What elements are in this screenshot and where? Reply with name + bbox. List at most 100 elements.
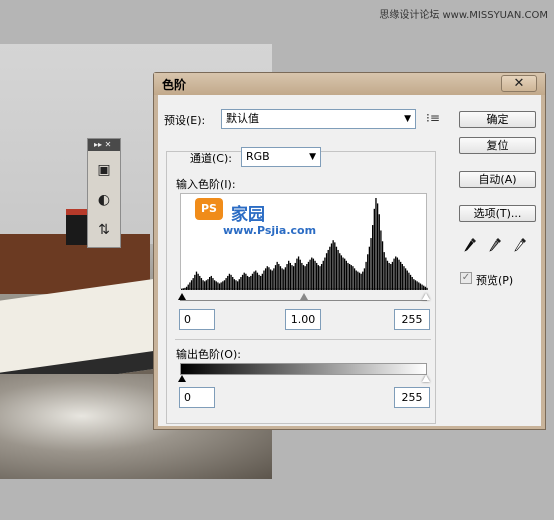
histogram-bar — [197, 273, 199, 290]
histogram-bar — [261, 273, 264, 290]
histogram-bar — [408, 272, 410, 290]
histogram-bar — [235, 280, 237, 290]
histogram-bar — [327, 249, 329, 290]
histogram-bar — [297, 256, 300, 290]
histogram-bar — [390, 264, 392, 290]
options-button[interactable]: 选项(T)... — [459, 205, 536, 222]
histogram-bar — [217, 282, 219, 290]
input-black-slider[interactable] — [178, 293, 186, 300]
histogram-bar — [294, 262, 296, 290]
histogram-bar — [353, 268, 356, 290]
ok-button[interactable]: 确定 — [459, 111, 536, 128]
histogram-bar — [208, 277, 211, 290]
histogram-bar — [357, 271, 359, 290]
histogram-bar — [246, 275, 249, 290]
histogram-bar — [210, 275, 212, 290]
histogram-bar — [264, 268, 267, 290]
histogram-bar — [370, 238, 372, 290]
preview-label[interactable]: 预览(P) — [476, 272, 513, 288]
histogram-bar — [260, 275, 262, 290]
psjia-badge: PS — [195, 198, 223, 220]
white-eyedropper-icon[interactable] — [513, 237, 527, 255]
histogram-bar — [225, 278, 227, 290]
chevron-down-icon: ▼ — [404, 114, 411, 124]
reset-button[interactable]: 复位 — [459, 137, 536, 154]
psjia-url: www.Psjia.com — [223, 224, 317, 237]
histogram-bar — [266, 266, 268, 290]
output-white-slider[interactable] — [422, 375, 430, 382]
histogram-bar — [227, 275, 229, 290]
histogram-bar — [296, 258, 298, 290]
preview-checkbox[interactable]: ✓ — [460, 272, 472, 284]
histogram-bar — [406, 270, 408, 290]
histogram-bar — [255, 270, 257, 290]
histogram-bar — [424, 286, 427, 290]
histogram-bar — [284, 267, 287, 290]
adjust-icon[interactable]: ⇅ — [93, 219, 115, 241]
histogram-bar — [317, 265, 319, 290]
histogram-bar — [223, 280, 226, 290]
histogram-bar — [376, 203, 379, 290]
input-levels-label: 输入色阶(I): — [176, 178, 236, 191]
histogram-bar — [202, 280, 204, 290]
histogram-bar — [393, 258, 395, 290]
input-gamma-slider[interactable] — [300, 293, 308, 300]
levels-dialog: 色阶 ✕ 预设(E): 默认值 ▼ ⁝≡ 通道(C): RGB ▼ 输入色阶(I… — [153, 72, 546, 430]
close-button[interactable]: ✕ — [501, 75, 537, 92]
histogram-bar — [212, 278, 214, 290]
histogram-bar — [348, 264, 351, 290]
histogram-bar — [241, 274, 244, 290]
input-gamma-field[interactable]: 1.00 — [285, 309, 321, 330]
histogram-bar — [306, 264, 308, 290]
rectangle-icon[interactable]: ▣ — [93, 159, 115, 181]
output-black-slider[interactable] — [178, 375, 186, 382]
histogram-bar — [400, 261, 402, 290]
histogram-bar — [192, 278, 194, 290]
histogram-bar — [373, 208, 375, 290]
input-slider-track — [180, 300, 427, 301]
histogram-bar — [342, 257, 344, 290]
histogram-bar — [233, 279, 236, 290]
output-white-field[interactable]: 255 — [394, 387, 430, 408]
auto-button[interactable]: 自动(A) — [459, 171, 536, 188]
histogram-bar — [190, 280, 193, 290]
histogram-bar — [411, 277, 413, 290]
histogram-bar — [292, 266, 295, 290]
histogram-bar — [194, 274, 196, 290]
histogram-bar — [228, 273, 231, 290]
black-eyedropper-icon[interactable] — [463, 237, 477, 255]
histogram-bar — [421, 284, 423, 290]
output-black-field[interactable]: 0 — [179, 387, 215, 408]
histogram-bar — [365, 261, 367, 290]
histogram-bar — [322, 260, 324, 290]
histogram-bar — [258, 274, 260, 290]
histogram-bar — [230, 274, 232, 290]
histogram-bar — [245, 273, 247, 290]
histogram-bar — [345, 260, 347, 290]
channel-select[interactable]: RGB ▼ — [241, 147, 321, 167]
histogram-bar — [398, 259, 400, 290]
gray-eyedropper-icon[interactable] — [488, 237, 502, 255]
histogram-bar — [337, 249, 339, 290]
histogram-bar — [396, 257, 399, 290]
input-black-field[interactable]: 0 — [179, 309, 215, 330]
histogram-bar — [378, 214, 380, 290]
preset-select[interactable]: 默认值 ▼ — [221, 109, 416, 129]
preset-options-icon[interactable]: ⁝≡ — [426, 111, 440, 125]
histogram-bar — [288, 260, 290, 290]
tool-panel-header[interactable]: ▸▸ ✕ — [88, 139, 120, 151]
histogram-bar — [312, 258, 315, 290]
histogram-bar — [189, 282, 191, 290]
histogram-bar — [383, 252, 385, 290]
histogram-bar — [289, 262, 291, 290]
histogram-bar — [268, 267, 270, 290]
dialog-titlebar[interactable]: 色阶 ✕ — [154, 73, 545, 95]
histogram-bar — [358, 272, 361, 290]
histogram-bar — [414, 280, 417, 290]
histogram-bar — [380, 230, 382, 290]
circle-half-icon[interactable]: ◐ — [93, 189, 115, 211]
floating-tool-panel[interactable]: ▸▸ ✕ ▣ ◐ ⇅ — [87, 138, 121, 248]
input-white-slider[interactable] — [422, 293, 430, 300]
channel-value: RGB — [246, 150, 270, 163]
input-white-field[interactable]: 255 — [394, 309, 430, 330]
